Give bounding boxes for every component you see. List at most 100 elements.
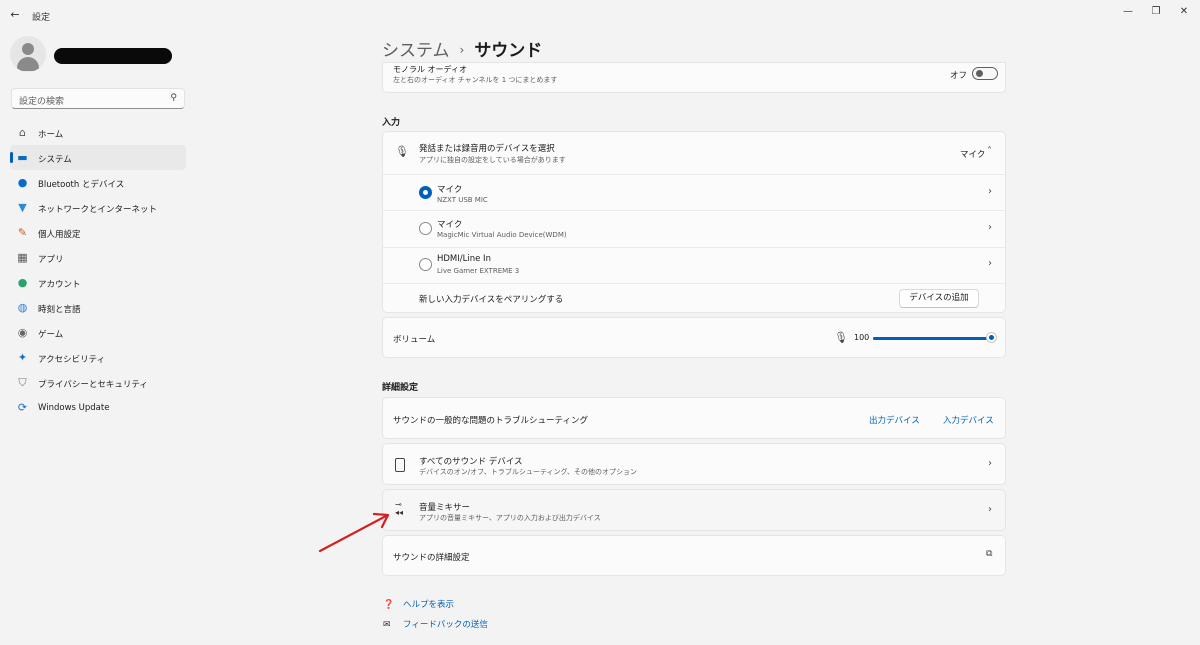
chevron-right-icon: › xyxy=(988,222,992,233)
volume-value: 100 xyxy=(854,333,870,342)
sidebar-item-account[interactable]: ● アカウント xyxy=(10,270,186,295)
microphone-icon: 🎙︎ xyxy=(395,145,409,158)
restore-icon: ❐ xyxy=(1151,6,1161,17)
user-profile[interactable] xyxy=(10,36,185,76)
account-icon: ● xyxy=(17,276,28,289)
maximize-button[interactable]: ❐ xyxy=(1146,5,1166,19)
sidebar-item-time-language[interactable]: ◍ 時刻と言語 xyxy=(10,295,186,320)
bluetooth-icon: ● xyxy=(17,176,28,189)
mono-audio-title: モノラル オーディオ xyxy=(393,65,467,74)
breadcrumb: システム › サウンド xyxy=(382,36,542,61)
device-radio[interactable] xyxy=(419,222,432,235)
input-device-select-title: 発話または録音用のデバイスを選択 xyxy=(419,144,555,154)
sidebar-item-bluetooth[interactable]: ● Bluetooth とデバイス xyxy=(10,170,186,195)
back-arrow-icon: ← xyxy=(10,8,20,21)
give-feedback-link[interactable]: ✉ フィードバックの送信 xyxy=(383,618,488,630)
pair-input-device-row: 新しい入力デバイスをペアリングする デバイスの追加 xyxy=(383,284,1005,314)
troubleshoot-card: サウンドの一般的な問題のトラブルシューティング 出力デバイス 入力デバイス xyxy=(382,397,1006,439)
sidebar-item-label: アプリ xyxy=(38,255,64,265)
sidebar-item-privacy[interactable]: ⛉ プライバシーとセキュリティ xyxy=(10,370,186,395)
sidebar-item-label: 個人用設定 xyxy=(38,230,81,240)
sidebar-item-apps[interactable]: ▦ アプリ xyxy=(10,245,186,270)
gaming-icon: ◉ xyxy=(17,326,28,339)
personalization-icon: ✎ xyxy=(17,226,28,239)
sidebar-item-network[interactable]: ▼ ネットワークとインターネット xyxy=(10,195,186,220)
accessibility-icon: ✦ xyxy=(17,351,28,364)
input-device-option-hdmi[interactable]: HDMI/Line In Live Gamer EXTREME 3 › xyxy=(383,248,1005,283)
sidebar-item-label: ゲーム xyxy=(38,330,64,340)
all-sound-devices-title: すべてのサウンド デバイス xyxy=(419,457,523,467)
title-bar: ← 設定 — ❐ ✕ xyxy=(0,0,1200,30)
breadcrumb-parent[interactable]: システム xyxy=(382,41,450,61)
volume-slider-fill xyxy=(873,337,991,340)
input-device-select-subtitle: アプリに独自の設定をしている場合があります xyxy=(419,156,566,164)
device-detail: Live Gamer EXTREME 3 xyxy=(437,267,520,275)
avatar xyxy=(10,36,46,72)
mono-audio-toggle[interactable] xyxy=(972,67,998,80)
sidebar-item-label: 時刻と言語 xyxy=(38,305,81,315)
sidebar-item-label: システム xyxy=(38,155,72,165)
device-name: HDMI/Line In xyxy=(437,254,491,264)
search-placeholder: 設定の検索 xyxy=(19,97,65,107)
device-radio[interactable] xyxy=(419,258,432,271)
breadcrumb-separator: › xyxy=(459,43,465,57)
redacted-username xyxy=(54,48,172,64)
close-button[interactable]: ✕ xyxy=(1174,5,1194,19)
device-name: マイク xyxy=(437,185,463,195)
sidebar-item-label: ネットワークとインターネット xyxy=(38,205,158,215)
chevron-right-icon: › xyxy=(988,186,992,197)
device-name: マイク xyxy=(437,220,463,230)
sidebar-item-windows-update[interactable]: ⟳ Windows Update xyxy=(10,395,186,420)
sidebar-item-label: アカウント xyxy=(38,280,81,290)
time-language-icon: ◍ xyxy=(17,301,28,314)
pair-input-device-label: 新しい入力デバイスをペアリングする xyxy=(419,295,564,305)
troubleshoot-output-devices-link[interactable]: 出力デバイス xyxy=(869,414,920,426)
mono-audio-subtitle: 左と右のオーディオ チャンネルを 1 つにまとめます xyxy=(393,76,558,84)
add-device-button[interactable]: デバイスの追加 xyxy=(899,289,979,308)
input-device-select-value: マイク xyxy=(960,150,986,160)
apps-icon: ▦ xyxy=(17,251,28,264)
troubleshoot-label: サウンドの一般的な問題のトラブルシューティング xyxy=(393,416,588,426)
home-icon: ⌂ xyxy=(19,126,26,139)
minimize-button[interactable]: — xyxy=(1118,5,1138,19)
more-sound-settings-card[interactable]: サウンドの詳細設定 ⧉ xyxy=(382,535,1006,576)
mono-audio-card: モノラル オーディオ 左と右のオーディオ チャンネルを 1 つにまとめます オフ xyxy=(382,62,1006,93)
avatar-person-body xyxy=(17,57,39,71)
input-device-card: 🎙︎ 発話または録音用のデバイスを選択 アプリに独自の設定をしている場合がありま… xyxy=(382,131,1006,313)
all-sound-devices-card[interactable]: すべてのサウンド デバイス デバイスのオン/オフ、トラブルシューティング、その他… xyxy=(382,443,1006,485)
more-sound-settings-label: サウンドの詳細設定 xyxy=(393,553,470,563)
sidebar-item-personalization[interactable]: ✎ 個人用設定 xyxy=(10,220,186,245)
sidebar-item-gaming[interactable]: ◉ ゲーム xyxy=(10,320,186,345)
sidebar-item-system[interactable]: ▬ システム xyxy=(10,145,186,170)
speaker-icon xyxy=(395,458,405,472)
input-device-select-row[interactable]: 🎙︎ 発話または録音用のデバイスを選択 アプリに独自の設定をしている場合がありま… xyxy=(383,132,1005,174)
settings-search-input[interactable]: 設定の検索 ⚲ xyxy=(11,88,185,109)
volume-mixer-card[interactable]: ⊸ ◂◂ 音量ミキサー アプリの音量ミキサー、アプリの入力および出力デバイス › xyxy=(382,489,1006,531)
volume-label: ボリューム xyxy=(393,335,436,345)
sidebar-item-label: Bluetooth とデバイス xyxy=(38,180,125,190)
back-button[interactable]: ← xyxy=(6,7,24,23)
get-help-label: ヘルプを表示 xyxy=(403,600,455,610)
device-radio-selected[interactable] xyxy=(419,186,432,199)
minimize-icon: — xyxy=(1123,6,1133,17)
volume-mixer-title: 音量ミキサー xyxy=(419,503,471,513)
sidebar-item-home[interactable]: ⌂ ホーム xyxy=(10,120,186,145)
device-detail: NZXT USB MIC xyxy=(437,196,488,204)
input-device-option-magicmic[interactable]: マイク MagicMic Virtual Audio Device(WDM) › xyxy=(383,211,1005,247)
sidebar-item-accessibility[interactable]: ✦ アクセシビリティ xyxy=(10,345,186,370)
avatar-person-icon xyxy=(22,43,34,55)
advanced-section-heading: 詳細設定 xyxy=(382,383,419,393)
sidebar-item-label: ホーム xyxy=(38,130,64,140)
help-icon: ❓ xyxy=(383,600,395,610)
annotation-arrow-shaft xyxy=(318,514,388,553)
input-device-option-nzxt[interactable]: マイク NZXT USB MIC › xyxy=(383,175,1005,210)
chevron-right-icon: › xyxy=(988,458,992,469)
open-external-icon: ⧉ xyxy=(986,549,993,559)
sidebar-item-label: プライバシーとセキュリティ xyxy=(38,380,148,390)
chevron-right-icon: › xyxy=(988,258,992,269)
annotation-arrow xyxy=(318,512,390,553)
get-help-link[interactable]: ❓ ヘルプを表示 xyxy=(383,598,454,610)
input-volume-card: ボリューム 🎙︎ 100 xyxy=(382,317,1006,358)
troubleshoot-input-devices-link[interactable]: 入力デバイス xyxy=(943,414,994,426)
volume-slider-thumb[interactable] xyxy=(987,333,996,342)
